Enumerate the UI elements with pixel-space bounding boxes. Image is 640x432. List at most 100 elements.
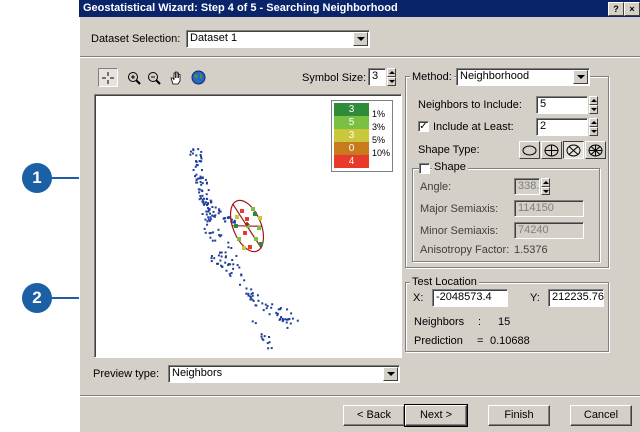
sample-point [249,298,252,301]
shape-type-one-sector-button[interactable] [519,141,540,159]
sample-point [286,308,289,311]
next-button[interactable]: Next > [404,404,468,427]
minor-semiaxis-value: 74240 [518,224,549,236]
cancel-button[interactable]: Cancel [570,405,632,426]
sample-point [220,251,223,254]
sample-point [255,304,258,307]
back-button[interactable]: < Back [343,405,405,426]
spin-up-icon[interactable] [589,118,598,127]
select-tool-button[interactable] [98,68,118,87]
ellipse-eight-sectors-icon [588,144,603,156]
ellipse-icon [522,145,537,155]
sample-point [218,209,221,212]
major-semiaxis-field[interactable]: 114150 [514,200,584,217]
sample-point [227,246,230,249]
sample-point [219,235,222,238]
close-button[interactable]: × [624,2,640,16]
zoom-out-button[interactable] [144,68,164,87]
callout-2: 2 [22,283,52,313]
chevron-down-icon[interactable] [573,70,588,84]
spin-down-icon[interactable] [541,186,550,195]
finish-button[interactable]: Finish [488,405,550,426]
sample-point [207,216,210,219]
prediction-label: Prediction [414,335,463,347]
sample-point [291,317,294,320]
neighbor-point [242,246,246,250]
sample-point [192,149,195,152]
include-at-least-spinner[interactable] [589,118,598,136]
symbol-size-field[interactable]: 3 [368,68,386,86]
spin-down-icon[interactable] [387,77,396,86]
sample-point [195,154,198,157]
spin-up-icon[interactable] [387,68,396,77]
sample-point [200,183,203,186]
pan-button[interactable] [166,68,186,87]
anisotropy-factor-value: 1.5376 [514,244,548,256]
sample-point [245,292,248,295]
globe-icon [191,70,205,85]
sample-point [209,218,212,221]
shape-checkbox[interactable] [419,163,430,174]
neighbor-point [248,245,252,249]
major-semiaxis-value: 114150 [518,202,554,214]
neighbor-point [235,215,239,219]
include-at-least-field[interactable]: 2 [536,118,588,136]
shape-type-four-sectors-offset-button[interactable] [563,141,584,159]
sample-point [251,292,254,295]
include-at-least-checkbox[interactable]: ✓ [418,121,429,132]
sample-point [199,177,202,180]
shape-type-eight-sectors-button[interactable] [585,141,606,159]
angle-field[interactable]: 338.1 [514,178,546,195]
sample-point [243,279,246,282]
prediction-value: 0.10688 [490,335,530,347]
zoom-out-icon [148,71,161,85]
angle-spinner[interactable] [541,178,550,195]
zoom-in-button[interactable] [124,68,144,87]
sample-point [205,198,208,200]
neighborhood-preview-plot[interactable]: 35304 1% 3% 5% 10% [94,94,402,358]
sample-point [229,274,232,277]
full-extent-button[interactable] [188,68,208,87]
sample-point [211,239,214,242]
title-bar: Geostatistical Wizard: Step 4 of 5 - Sea… [79,0,640,17]
y-field[interactable]: 212235.76 [548,289,604,307]
preview-type-select[interactable]: Neighbors [168,365,400,383]
y-label: Y: [530,292,540,304]
symbol-size-spinner[interactable] [387,68,396,86]
anisotropy-factor-label: Anisotropy Factor: [420,244,510,256]
neighbors-include-spinner[interactable] [589,96,598,114]
shape-type-four-sectors-button[interactable] [541,141,562,159]
sample-point [230,247,233,249]
chevron-down-icon[interactable] [353,32,368,46]
sample-point [263,335,266,338]
minor-semiaxis-field[interactable]: 74240 [514,222,584,239]
sample-point [205,210,208,213]
sample-point [260,335,263,338]
footer-separator [80,395,640,397]
spin-down-icon[interactable] [589,127,598,136]
sample-point [245,287,248,290]
help-button[interactable]: ? [608,2,624,16]
neighbors-include-field[interactable]: 5 [536,96,588,114]
sample-point [217,254,220,257]
sample-point [268,313,271,316]
method-select[interactable]: Neighborhood [456,68,590,86]
sample-point [205,193,208,196]
chevron-down-icon[interactable] [383,367,398,381]
sample-point [257,299,260,302]
sample-point [214,239,217,242]
spin-down-icon[interactable] [589,105,598,114]
spin-up-icon[interactable] [589,96,598,105]
dataset-select[interactable]: Dataset 1 [186,30,370,48]
sample-point [214,206,217,209]
sample-point [220,255,223,258]
sample-point [247,292,250,295]
spin-up-icon[interactable] [541,178,550,187]
sample-point [224,217,227,220]
x-field[interactable]: -2048573.4 [432,289,508,307]
sample-point [213,215,216,218]
sample-point [262,309,265,312]
sample-point [198,160,201,162]
sample-point [203,203,206,206]
sample-point [217,228,220,231]
